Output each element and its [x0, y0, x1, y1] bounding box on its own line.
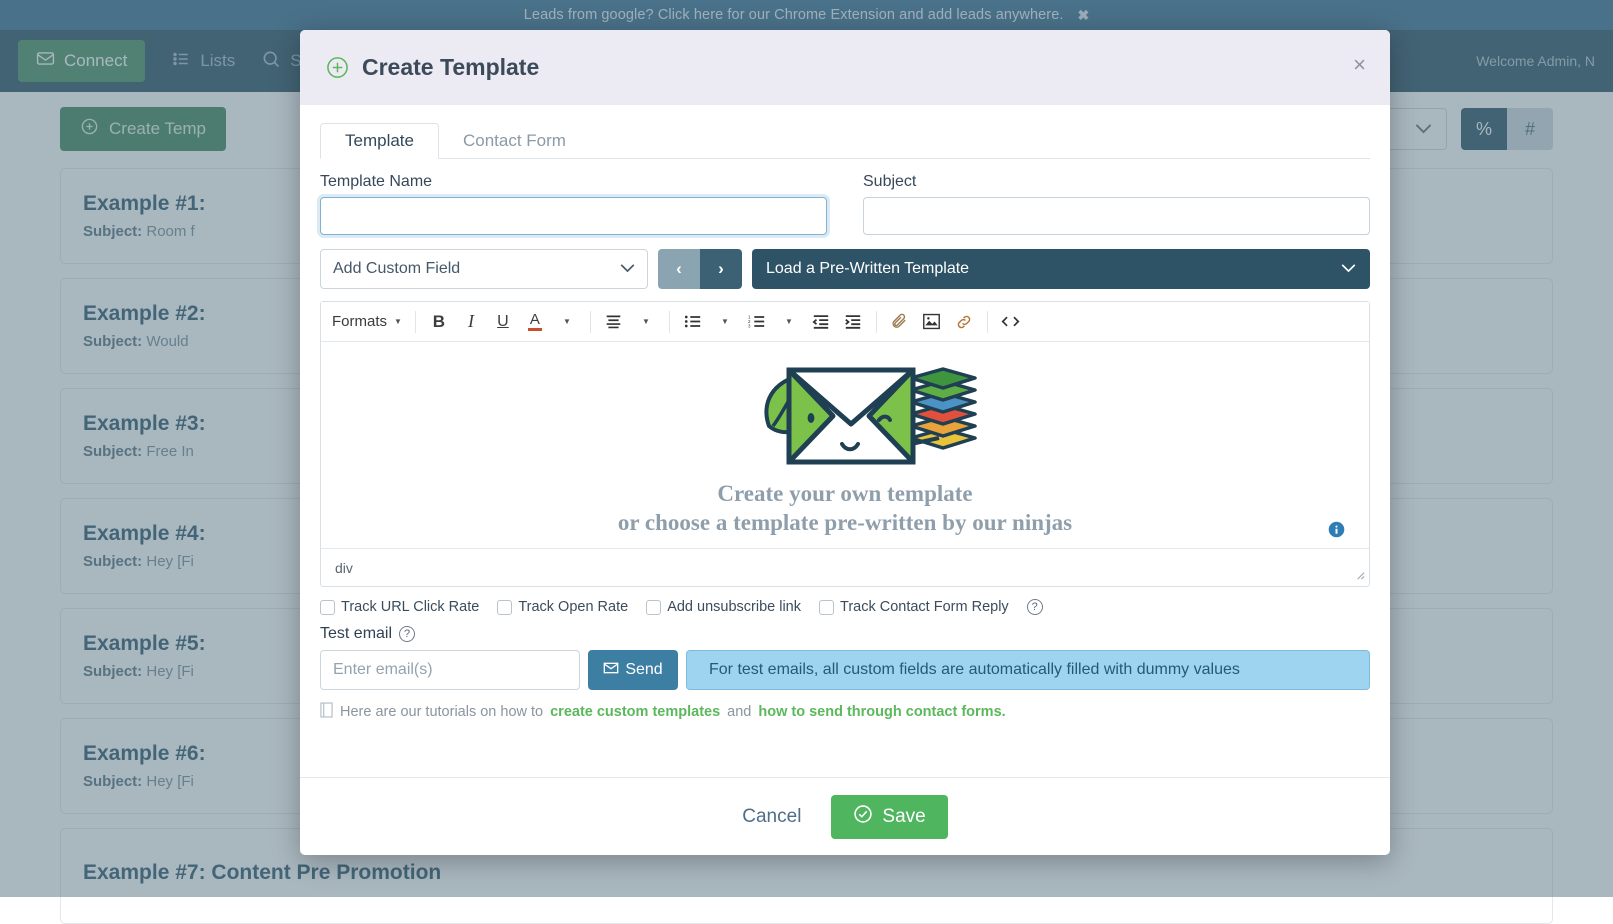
rich-text-editor: Formats ▼ B I U A ▼ ▼: [320, 301, 1370, 587]
test-email-input[interactable]: [320, 650, 580, 690]
modal-title: Create Template: [362, 54, 539, 81]
italic-icon[interactable]: I: [456, 307, 486, 337]
bullet-list-caret-icon[interactable]: ▼: [710, 307, 740, 337]
editor-placeholder-line2: or choose a template pre-written by our …: [618, 509, 1072, 538]
create-template-modal: Create Template × Template Contact Form …: [300, 30, 1390, 855]
cancel-button[interactable]: Cancel: [742, 806, 801, 828]
toolbar-divider: [669, 311, 670, 333]
toolbar-divider: [415, 311, 416, 333]
toolbar-divider: [876, 311, 877, 333]
next-template-button[interactable]: ›: [700, 249, 742, 289]
attach-icon[interactable]: [885, 307, 915, 337]
modal-body: Template Contact Form Template Name Subj…: [300, 105, 1390, 777]
text-color-icon[interactable]: A: [520, 307, 550, 337]
caret-down-icon: ▼: [394, 317, 402, 326]
toolbar-divider: [590, 311, 591, 333]
formats-dropdown[interactable]: Formats ▼: [327, 307, 407, 337]
plus-circle-icon: [326, 56, 349, 79]
chevron-down-icon: [620, 260, 635, 278]
link-create-custom-templates[interactable]: create custom templates: [550, 704, 720, 720]
test-email-info-text: For test emails, all custom fields are a…: [709, 661, 1240, 679]
indent-icon[interactable]: [838, 307, 868, 337]
tab-contact-form[interactable]: Contact Form: [439, 124, 590, 158]
editor-status-bar: div: [321, 548, 1369, 586]
source-code-icon[interactable]: [996, 307, 1026, 337]
info-icon[interactable]: [1328, 521, 1345, 538]
numbered-list-icon[interactable]: 1 2 3: [742, 307, 772, 337]
load-prewritten-template-value: Load a Pre-Written Template: [766, 260, 969, 278]
help-icon[interactable]: ?: [399, 626, 415, 642]
editor-canvas[interactable]: Create your own template or choose a tem…: [321, 342, 1369, 548]
checkbox-track-contact-form-reply[interactable]: [819, 600, 834, 615]
text-color-caret-icon[interactable]: ▼: [552, 307, 582, 337]
test-email-label: Test email: [320, 625, 392, 643]
editor-placeholder-line1: Create your own template: [717, 480, 972, 509]
close-icon[interactable]: ×: [1353, 54, 1366, 76]
toolbar-divider: [987, 311, 988, 333]
checkbox-label-track-contact-form-reply: Track Contact Form Reply: [840, 599, 1009, 615]
template-name-field: Template Name: [320, 173, 827, 235]
tracking-options-row: Track URL Click Rate Track Open Rate Add…: [320, 599, 1370, 615]
add-custom-field-select[interactable]: Add Custom Field: [320, 249, 648, 289]
save-button[interactable]: Save: [831, 795, 947, 839]
add-custom-field-value: Add Custom Field: [333, 260, 460, 278]
subject-field: Subject: [863, 173, 1370, 235]
modal-tabs: Template Contact Form: [320, 121, 1370, 159]
name-subject-row: Template Name Subject: [320, 173, 1370, 235]
link-send-through-contact-forms[interactable]: how to send through contact forms.: [758, 704, 1005, 720]
editor-toolbar: Formats ▼ B I U A ▼ ▼: [321, 302, 1369, 342]
help-icon[interactable]: ?: [1027, 599, 1043, 615]
align-caret-icon[interactable]: ▼: [631, 307, 661, 337]
template-name-input[interactable]: [320, 197, 827, 235]
checkbox-label-add-unsubscribe-link: Add unsubscribe link: [667, 599, 801, 615]
checkbox-label-track-open-rate: Track Open Rate: [518, 599, 628, 615]
outdent-icon[interactable]: [806, 307, 836, 337]
underline-icon[interactable]: U: [488, 307, 518, 337]
test-email-label-row: Test email ?: [320, 625, 1370, 643]
book-icon: [320, 702, 333, 722]
chevron-down-icon: [1341, 260, 1356, 278]
tutorial-middle: and: [727, 704, 751, 720]
modal-footer: Cancel Save: [300, 777, 1390, 855]
test-email-row: Send For test emails, all custom fields …: [320, 650, 1370, 690]
envelope-icon: [603, 660, 619, 681]
template-controls-row: Add Custom Field ‹ › Load a Pre-Written …: [320, 249, 1370, 289]
svg-text:3: 3: [748, 323, 751, 328]
subject-input[interactable]: [863, 197, 1370, 235]
checkbox-track-url-click-rate[interactable]: [320, 600, 335, 615]
send-test-email-button[interactable]: Send: [588, 650, 678, 690]
tutorial-prefix: Here are our tutorials on how to: [340, 704, 543, 720]
numbered-list-caret-icon[interactable]: ▼: [774, 307, 804, 337]
formats-label: Formats: [332, 313, 387, 330]
subject-label: Subject: [863, 173, 1370, 191]
send-test-email-label: Send: [625, 661, 662, 679]
modal-header: Create Template ×: [300, 30, 1390, 105]
editor-element-path[interactable]: div: [335, 560, 353, 576]
test-email-info-banner: For test emails, all custom fields are a…: [686, 650, 1370, 690]
checkbox-label-track-url-click-rate: Track URL Click Rate: [341, 599, 479, 615]
link-icon[interactable]: [949, 307, 979, 337]
tutorial-links-row: Here are our tutorials on how to create …: [320, 702, 1370, 722]
resize-handle-icon[interactable]: [1354, 569, 1365, 583]
align-left-icon[interactable]: [599, 307, 629, 337]
checkbox-track-open-rate[interactable]: [497, 600, 512, 615]
tab-template[interactable]: Template: [320, 123, 439, 159]
image-icon[interactable]: [917, 307, 947, 337]
save-button-label: Save: [882, 806, 925, 828]
bullet-list-icon[interactable]: [678, 307, 708, 337]
template-nav-arrows: ‹ ›: [658, 249, 742, 289]
envelope-mascot-illustration: [711, 352, 979, 472]
prev-template-button[interactable]: ‹: [658, 249, 700, 289]
template-name-label: Template Name: [320, 173, 827, 191]
bold-icon[interactable]: B: [424, 307, 454, 337]
check-circle-icon: [853, 804, 873, 830]
checkbox-add-unsubscribe-link[interactable]: [646, 600, 661, 615]
load-prewritten-template-select[interactable]: Load a Pre-Written Template: [752, 249, 1370, 289]
